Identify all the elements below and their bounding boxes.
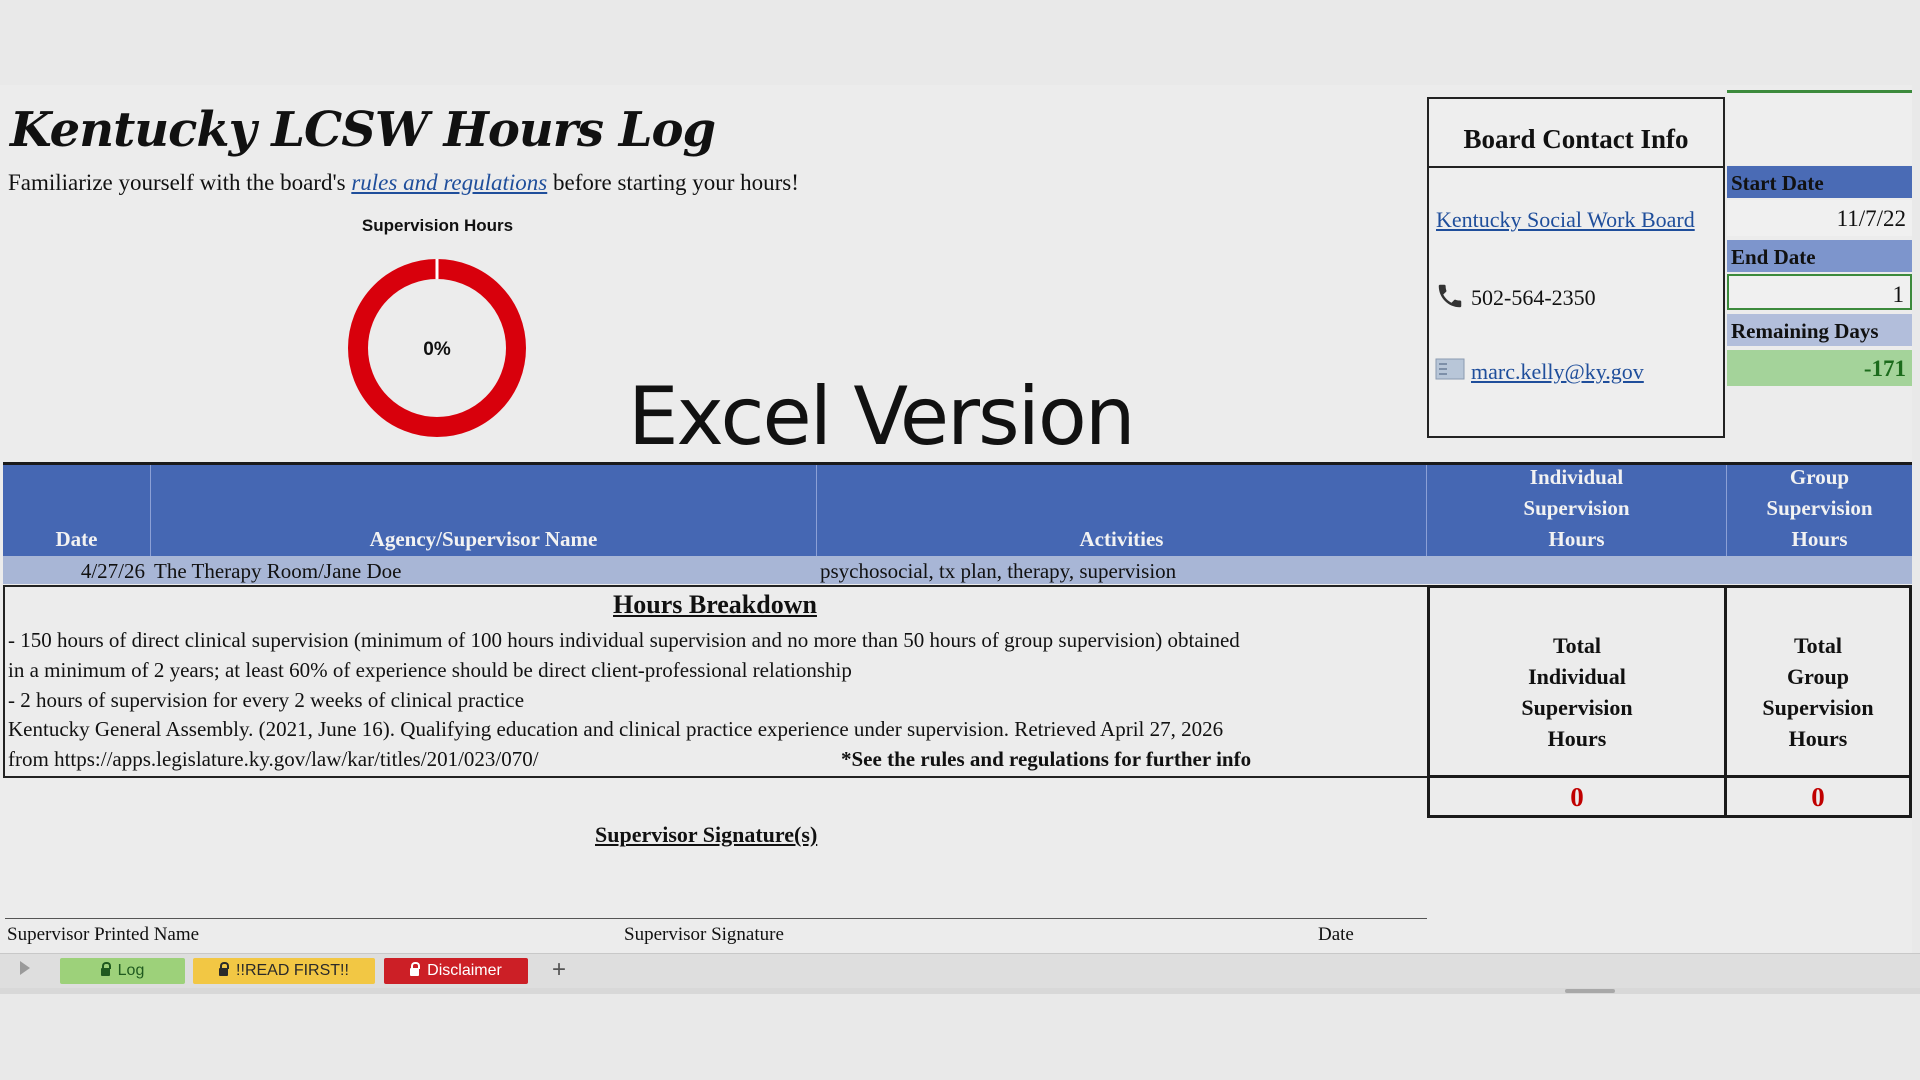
header-activities[interactable]: Activities — [817, 465, 1427, 557]
intro-suffix: before starting your hours! — [547, 170, 799, 195]
horizontal-scrollbar[interactable] — [0, 988, 1920, 994]
start-date-cell[interactable]: 11/7/22 — [1727, 200, 1912, 236]
total-individual-value[interactable]: 0 — [1427, 778, 1727, 818]
row-group-hours[interactable] — [1727, 556, 1912, 584]
breakdown-line-3: - 2 hours of supervision for every 2 wee… — [8, 688, 525, 712]
remaining-days-cell[interactable]: -171 — [1727, 350, 1912, 386]
supervision-donut-chart: 0% — [348, 259, 526, 437]
breakdown-citation-url: from https://apps.legislature.ky.gov/law… — [8, 747, 539, 771]
total-group-value[interactable]: 0 — [1724, 778, 1912, 818]
breakdown-line-2: in a minimum of 2 years; at least 60% of… — [8, 658, 852, 682]
row-agency[interactable]: The Therapy Room/Jane Doe — [154, 556, 814, 584]
page-title: Kentucky LCSW Hours Log — [10, 102, 716, 158]
sheet-tab-bar: Log !!READ FIRST!! Disclaimer + — [0, 953, 1920, 989]
remaining-days-label: Remaining Days — [1727, 314, 1912, 346]
lock-icon — [410, 962, 421, 976]
add-sheet-button[interactable]: + — [543, 958, 575, 984]
donut-center-label: 0% — [423, 339, 451, 360]
chart-title: Supervision Hours — [361, 216, 514, 235]
tab-log[interactable]: Log — [60, 958, 185, 984]
log-table-header: Date Agency/Supervisor Name Activities I… — [3, 462, 1912, 557]
rules-link[interactable]: rules and regulations — [351, 170, 547, 195]
row-individual-hours[interactable] — [1427, 556, 1727, 584]
breakdown-line-1: - 150 hours of direct clinical supervisi… — [8, 628, 1240, 652]
email-icon — [1435, 357, 1465, 386]
printed-name-label: Supervisor Printed Name — [7, 924, 200, 945]
row-activities[interactable]: psychosocial, tx plan, therapy, supervis… — [820, 556, 1420, 584]
tab-disclaimer[interactable]: Disclaimer — [384, 958, 528, 984]
signature-date-label: Date — [1318, 924, 1354, 945]
lock-icon — [219, 962, 230, 976]
lock-icon — [100, 962, 111, 976]
signature-title: Supervisor Signature(s) — [595, 822, 818, 847]
header-individual-hours[interactable]: Individual Supervision Hours — [1427, 465, 1727, 557]
signature-label: Supervisor Signature — [624, 924, 784, 945]
row-date[interactable]: 4/27/26 — [3, 556, 145, 584]
breakdown-title: Hours Breakdown — [613, 590, 817, 619]
phone-number: 502-564-2350 — [1471, 285, 1596, 310]
intro-text: Familiarize yourself with the board's ru… — [8, 170, 799, 196]
signature-line — [5, 918, 1427, 919]
header-group-hours[interactable]: Group Supervision Hours — [1727, 465, 1912, 557]
date-header-cell[interactable] — [1727, 90, 1912, 165]
tab-read-first[interactable]: !!READ FIRST!! — [193, 958, 375, 984]
total-group-label: Total Group Supervision Hours — [1762, 632, 1874, 751]
breakdown-citation: Kentucky General Assembly. (2021, June 1… — [8, 717, 1224, 741]
header-agency[interactable]: Agency/Supervisor Name — [151, 465, 817, 557]
email-link[interactable]: marc.kelly@ky.gov — [1471, 359, 1644, 385]
end-date-cell[interactable]: 1 — [1727, 274, 1912, 310]
breakdown-note: *See the rules and regulations for furth… — [841, 747, 1252, 771]
end-date-label: End Date — [1727, 240, 1912, 272]
total-individual-label: Total Individual Supervision Hours — [1521, 632, 1633, 751]
scrollbar-thumb[interactable] — [1565, 989, 1615, 993]
board-contact-box: Board Contact Info Kentucky Social Work … — [1427, 97, 1725, 438]
board-link[interactable]: Kentucky Social Work Board — [1436, 207, 1695, 233]
header-date[interactable]: Date — [3, 465, 151, 557]
phone-icon — [1435, 281, 1465, 316]
total-group-label-cell: Total Group Supervision Hours — [1724, 585, 1912, 778]
intro-prefix: Familiarize yourself with the board's — [8, 170, 352, 195]
contact-heading: Board Contact Info — [1429, 99, 1723, 168]
table-row: 4/27/26 The Therapy Room/Jane Doe psycho… — [3, 556, 1912, 584]
excel-version-overlay: Excel Version — [628, 370, 1136, 463]
total-individual-label-cell: Total Individual Supervision Hours — [1427, 585, 1727, 778]
start-date-label: Start Date — [1727, 166, 1912, 198]
scroll-right-icon[interactable] — [20, 961, 30, 975]
